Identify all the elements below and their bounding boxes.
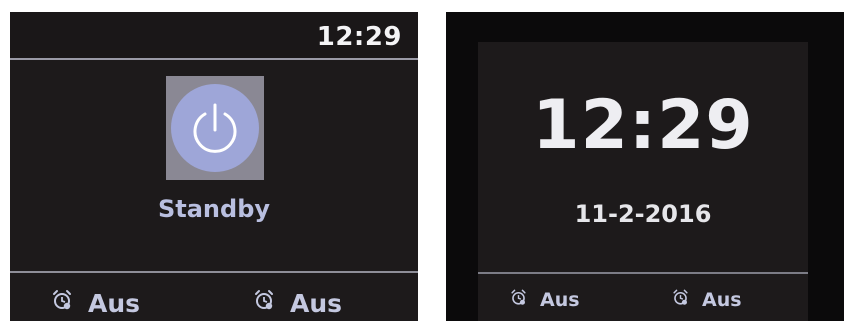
standby-button[interactable]	[166, 76, 264, 180]
alarm-1-label: Aus	[540, 289, 580, 311]
device-displays: 12:29 Standby Aus Aus 12:29 11-2-2016 Au…	[0, 0, 844, 321]
alarm-clock-icon	[509, 288, 528, 312]
alarm-1-status: Aus	[50, 288, 140, 318]
status-bar: 12:29	[10, 12, 418, 58]
main-clock: 12:29	[532, 86, 754, 165]
status-clock: 12:29	[316, 22, 402, 52]
alarm-clock-icon	[252, 288, 276, 318]
divider	[10, 271, 418, 273]
mode-label: Standby	[157, 195, 271, 223]
alarm-1-label: Aus	[88, 288, 141, 318]
divider	[10, 58, 418, 60]
alarm-1-status: Aus	[509, 288, 580, 312]
clock-display-frame: 12:29 11-2-2016 Aus Aus	[446, 12, 844, 321]
clock-screen: 12:29 11-2-2016 Aus Aus	[478, 42, 808, 321]
alarm-clock-icon	[50, 288, 74, 318]
divider	[478, 272, 808, 274]
date-display: 11-2-2016	[574, 200, 712, 228]
alarm-clock-icon	[671, 288, 690, 312]
alarm-2-label: Aus	[702, 289, 742, 311]
alarm-2-label: Aus	[290, 288, 343, 318]
alarm-2-status: Aus	[671, 288, 742, 312]
power-icon	[193, 103, 237, 153]
alarm-2-status: Aus	[252, 288, 342, 318]
standby-screen: 12:29 Standby Aus Aus	[10, 12, 418, 321]
